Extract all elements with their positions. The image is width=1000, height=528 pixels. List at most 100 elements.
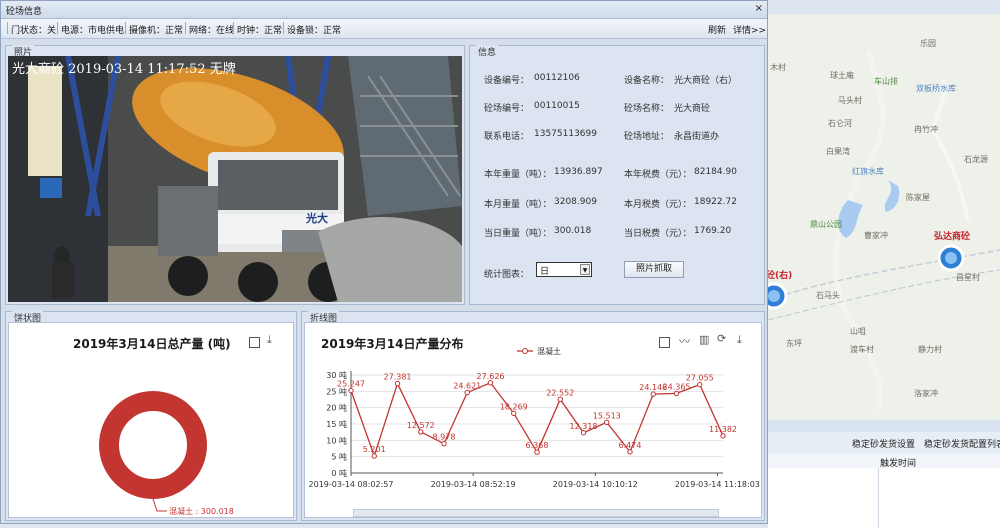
data-point [627,449,633,455]
line-chart-svg: 0 吨5 吨10 吨15 吨20 吨25 吨30 吨2019-03-14 08:… [309,346,760,489]
line-panel: 折线图 2019年3月14日产量分布 〰 ▥ ⟳ ⤓ 0 吨5 吨 10 吨 15 … [301,311,765,521]
map-label: 渡车村 [850,345,874,354]
site-info-window: 砼场信息 × 门状态：关 电源：市电供电 摄像机：正常 网络：在线 时钟：正常 … [0,0,768,524]
device-name-label: 设备名称： [624,76,670,86]
map-label: 车山排 [874,77,898,86]
y-tick-label: 0 吨 [331,468,347,478]
door-status: 门状态：关 [11,26,57,36]
year-tax-label: 本年税费（元）： [624,170,692,180]
map-label: 石龙源 [964,155,988,164]
refresh-button[interactable]: 刷新 [708,23,726,36]
y-tick-label: 20 吨 [326,403,347,413]
stat-chart-label: 统计图表： [484,270,530,280]
month-weight-label: 本月重量（吨）： [484,200,552,210]
map-label: 东坪 [786,339,802,348]
map-label: 冉竹冲 [914,125,938,134]
stable-sand-list-button[interactable]: 稳定砂发货配置列表 [924,437,1000,450]
pie-label-line [152,498,167,512]
x-tick-label: 2019-03-14 08:02:57 [309,480,394,489]
map-view[interactable]: 乐园 球土庵 车山排 双板桥水库 石仑河 白果湾 冉竹冲 红旗水库 陈家屋 鼎山… [768,0,1000,528]
map-label: 鼎山公园 [810,220,842,229]
data-point [580,430,587,436]
data-point [511,410,517,417]
divider [185,22,186,34]
data-point [487,380,494,386]
day-tax-label: 当日税费（元）： [624,229,692,239]
photo-timestamp-overlay: 光大商砼 2019-03-14 11:17:52 无牌 [12,62,236,77]
details-button[interactable]: 详情>> [733,23,766,36]
device-name-value: 光大商砼（右） [674,76,738,86]
site-name-value: 光大商砼 [674,104,711,114]
map-brand-label: 弘达商砼 [934,232,971,242]
data-point [371,453,377,459]
divider [233,22,234,34]
pie-panel: 饼状图 2019年3月14日总产量 (吨) ⤓ 混凝土 : 300.018 [5,311,297,521]
clock-status: 时钟：正常 [237,26,283,36]
month-weight-value: 3208.909 [554,197,597,207]
map-partial-label: 砼(右) [768,271,793,281]
x-tick-label: 2019-03-14 08:52:19 [431,480,516,489]
site-id-label: 砼场编号： [484,104,530,114]
truck-photo-image [8,56,462,302]
zoom-slider[interactable] [353,509,719,517]
map-label: 白果湾 [826,147,850,156]
line-chart-area: 2019年3月14日产量分布 〰 ▥ ⟳ ⤓ 0 吨5 吨 10 吨 15 吨 20 … [304,322,762,518]
device-id-label: 设备编号： [484,76,530,86]
data-label: 24.365 [663,382,691,391]
map-label: 曹家冲 [864,231,888,240]
pie-slice [99,391,207,499]
map-label: 乐园 [920,39,936,48]
camera-photo[interactable]: 光大商砼 2019-03-14 11:17:52 无牌 光大 [8,56,462,302]
device-id-value: 00112106 [534,73,580,83]
legend-marker [522,348,528,354]
map-label: 木村 [770,63,786,72]
map-label: 红旗水库 [852,167,884,176]
month-tax-value: 18922.72 [694,197,737,207]
stat-period-select[interactable]: 日 ▼ [536,262,592,277]
data-label: 5.201 [363,445,386,454]
legend-label: 混凝土 [537,346,561,356]
divider [57,22,58,34]
site-name-label: 砼场名称： [624,104,670,114]
month-tax-label: 本月税费（元）： [624,200,692,210]
data-point [348,387,354,394]
map-label: 石仑河 [828,119,852,128]
data-label: 15.513 [593,411,621,420]
address-value: 永昌街道办 [674,132,720,142]
camera-status: 摄像机：正常 [129,26,184,36]
close-icon[interactable]: × [755,3,763,14]
year-tax-value: 82184.90 [694,167,737,177]
data-label: 8.978 [433,433,456,442]
map-label: 静力村 [918,345,942,354]
data-point [557,396,563,403]
pie-chart-area: 2019年3月14日总产量 (吨) ⤓ 混凝土 : 300.018 [8,322,294,518]
data-point [534,449,540,455]
stable-sand-settings-button[interactable]: 稳定砂发货设置 [852,437,915,450]
data-label: 11.382 [709,425,737,434]
data-label: 24.621 [453,382,481,391]
site-id-value: 00110015 [534,101,580,111]
snapshot-button[interactable]: 照片抓取 [624,261,684,278]
x-tick-label: 2019-03-14 11:18:03 [675,480,760,489]
power-status: 电源：市电供电 [61,26,125,36]
chevron-down-icon[interactable]: ▼ [580,264,590,275]
window-title: 砼场信息 [6,7,43,17]
map-label: 石马头 [816,291,840,300]
y-tick-label: 30 吨 [326,370,347,380]
map-label: 马头村 [838,96,862,105]
data-label: 18.269 [500,402,528,411]
data-label: 22.552 [546,388,574,397]
photo-panel: 照片 光大商砼 2019-03-14 11:17:52 无牌 光大 [5,45,465,305]
data-label: 27.055 [686,374,714,383]
data-label: 12.318 [570,422,598,431]
data-point [418,429,424,435]
data-point [464,389,470,396]
day-tax-value: 1769.20 [694,226,732,236]
stat-period-value: 日 [540,267,550,277]
x-tick-label: 2019-03-14 10:10:12 [553,480,638,489]
data-label: 27.381 [384,373,412,382]
info-panel: 信息 设备编号： 00112106 设备名称： 光大商砼（右） 砼场编号： 00… [469,45,765,305]
data-point [650,391,656,397]
map-label: 球土庵 [830,71,854,80]
data-point [441,440,447,447]
